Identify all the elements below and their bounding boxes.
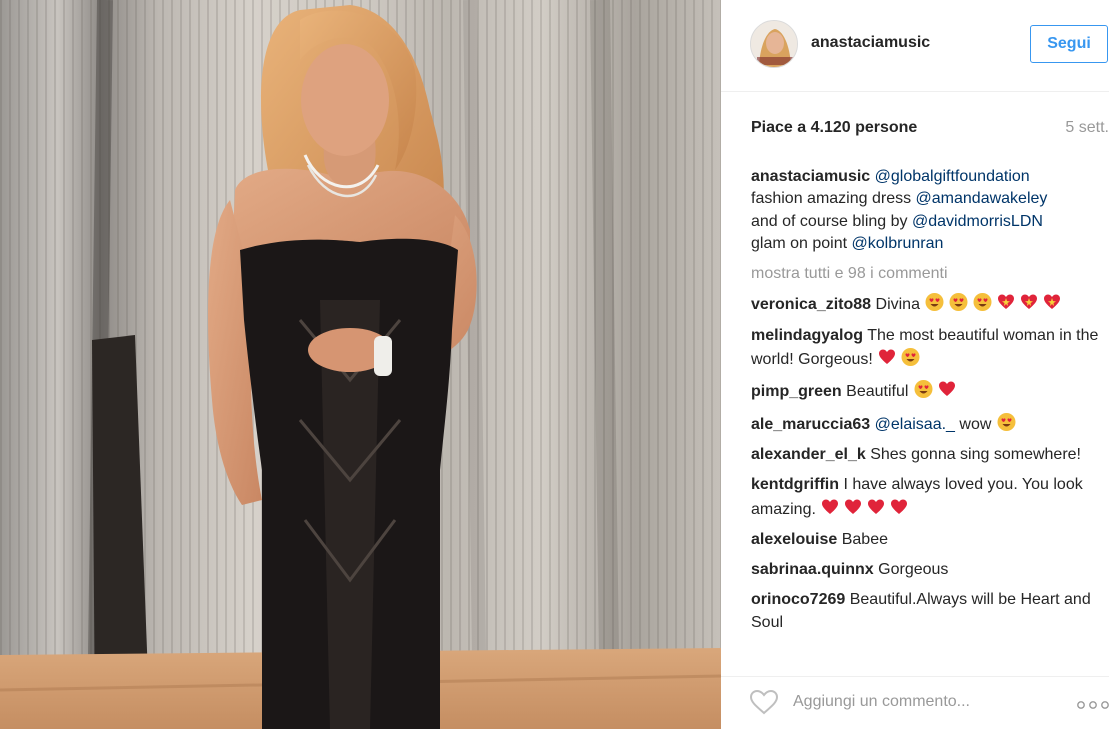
post-photo[interactable] xyxy=(0,0,721,729)
heart-eyes-emoji-icon xyxy=(925,293,944,312)
comment-bar xyxy=(721,676,1109,729)
comment-username[interactable]: orinoco7269 xyxy=(751,591,845,608)
avatar-image xyxy=(751,21,797,67)
red-heart-emoji-icon xyxy=(868,499,885,514)
comment: ale_maruccia63 @elaisaa._ wow xyxy=(751,412,1099,436)
caption-mention[interactable]: @davidmorrisLDN xyxy=(912,213,1043,230)
heart-eyes-emoji-icon xyxy=(914,380,933,399)
photo-illustration xyxy=(0,0,721,729)
comment-username[interactable]: kentdgriffin xyxy=(751,476,839,493)
username-link[interactable]: anastaciamusic xyxy=(811,34,930,52)
sparkling-heart-emoji-icon xyxy=(998,294,1015,310)
ellipsis-icon[interactable] xyxy=(1077,701,1109,709)
comment: alexelouise Babee xyxy=(751,529,1099,551)
comment-username[interactable]: sabrinaa.quinnx xyxy=(751,561,874,578)
follow-button[interactable]: Segui xyxy=(1030,25,1108,63)
comment: pimp_green Beautiful xyxy=(751,379,1099,403)
caption-text: glam on point xyxy=(751,234,852,252)
post-header: anastaciamusic Segui xyxy=(721,0,1109,92)
comment-text: Beautiful xyxy=(846,383,909,401)
caption-username[interactable]: anastaciamusic xyxy=(751,168,870,185)
likes-row: Piace a 4.120 persone 5 sett. xyxy=(751,119,1109,141)
comment-text: Babee xyxy=(841,530,888,548)
comment: kentdgriffin I have always loved you. Yo… xyxy=(751,474,1099,521)
comments-list: anastaciamusic @globalgiftfoundation fas… xyxy=(751,166,1099,660)
red-heart-emoji-icon xyxy=(879,349,896,365)
view-all-comments-link[interactable]: mostra tutti e 98 i commenti xyxy=(751,263,1099,285)
comment-username[interactable]: pimp_green xyxy=(751,383,842,400)
heart-eyes-emoji-icon xyxy=(901,348,920,367)
comment: melindagyalog The most beautiful woman i… xyxy=(751,325,1099,372)
comment-text: wow xyxy=(959,415,992,433)
heart-eyes-emoji-icon xyxy=(997,412,1016,431)
comment-username[interactable]: ale_maruccia63 xyxy=(751,416,870,433)
caption-mention[interactable]: @globalgiftfoundation xyxy=(875,168,1030,185)
caption-mention[interactable]: @kolbrunran xyxy=(852,235,944,252)
comment-username[interactable]: alexander_el_k xyxy=(751,446,866,463)
comment-username[interactable]: melindagyalog xyxy=(751,327,863,344)
sparkling-heart-emoji-icon xyxy=(1044,294,1061,310)
comment: orinoco7269 Beautiful.Always will be Hea… xyxy=(751,589,1099,634)
post-sidebar: anastaciamusic Segui Piace a 4.120 perso… xyxy=(721,0,1109,729)
add-comment-input[interactable] xyxy=(793,690,1053,714)
caption-text: fashion amazing dress xyxy=(751,190,916,208)
caption-mention[interactable]: @amandawakeley xyxy=(916,190,1048,207)
red-heart-emoji-icon xyxy=(938,381,955,397)
comment: alexander_el_k Shes gonna sing somewhere… xyxy=(751,444,1099,466)
likes-count[interactable]: Piace a 4.120 persone xyxy=(751,119,917,137)
avatar[interactable] xyxy=(750,20,798,68)
comment: sabrinaa.quinnx Gorgeous xyxy=(751,559,1099,581)
comment-text: Gorgeous xyxy=(878,561,949,579)
post-timestamp[interactable]: 5 sett. xyxy=(1065,119,1109,137)
red-heart-emoji-icon xyxy=(822,499,839,514)
heart-eyes-emoji-icon xyxy=(949,293,968,312)
post-caption: anastaciamusic @globalgiftfoundation fas… xyxy=(751,166,1099,255)
heart-outline-icon[interactable] xyxy=(749,689,779,715)
caption-text: and of course bling by xyxy=(751,212,912,230)
comment: veronica_zito88 Divina xyxy=(751,292,1099,316)
comment-mention[interactable]: @elaisaa._ xyxy=(875,416,955,433)
sparkling-heart-emoji-icon xyxy=(1021,294,1038,310)
heart-eyes-emoji-icon xyxy=(973,293,992,312)
comment-text: Shes gonna sing somewhere! xyxy=(870,445,1081,463)
red-heart-emoji-icon xyxy=(845,499,862,514)
comment-username[interactable]: alexelouise xyxy=(751,531,837,548)
red-heart-emoji-icon xyxy=(891,499,908,514)
comment-username[interactable]: veronica_zito88 xyxy=(751,296,871,313)
comment-text: Divina xyxy=(875,296,920,314)
